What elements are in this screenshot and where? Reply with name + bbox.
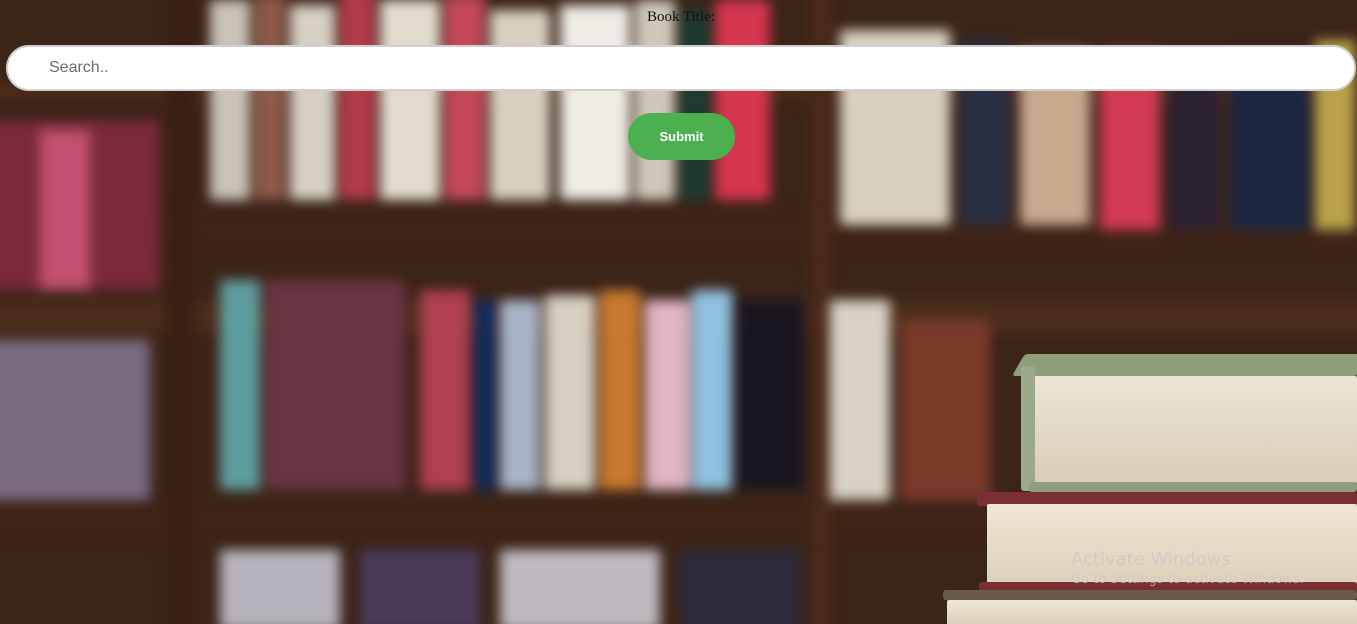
watermark-subtitle: Go to Settings to activate Windows. (1071, 572, 1304, 587)
submit-button[interactable]: Submit (628, 113, 735, 160)
activate-windows-watermark: Activate Windows Go to Settings to activ… (1071, 549, 1304, 589)
watermark-title: Activate Windows (1071, 549, 1231, 570)
book-title-label: Book Title: (647, 9, 715, 25)
bookshelf-background (0, 0, 1357, 624)
search-input[interactable] (6, 45, 1356, 91)
